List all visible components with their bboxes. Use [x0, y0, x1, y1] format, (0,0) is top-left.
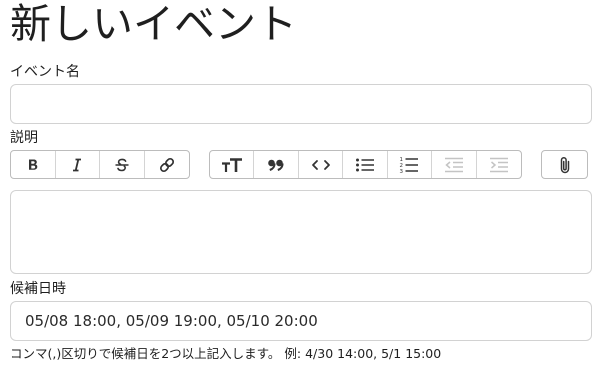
- italic-icon: [73, 158, 82, 171]
- candidate-dates-label: 候補日時: [10, 281, 66, 297]
- attach-icon: [560, 156, 569, 173]
- quote-button[interactable]: [254, 151, 299, 178]
- indent-button[interactable]: [477, 151, 521, 178]
- attach-button[interactable]: [542, 151, 587, 178]
- description-label: 説明: [10, 130, 38, 146]
- bold-icon: [28, 159, 38, 170]
- candidate-dates-hint: コンマ(,)区切りで候補日を2つ以上記入します。 例: 4/30 14:00, …: [10, 346, 442, 361]
- heading-icon: [221, 157, 242, 172]
- svg-text:3: 3: [400, 169, 404, 174]
- toolbar-attach-group: [541, 150, 588, 179]
- event-name-label: イベント名: [10, 64, 80, 80]
- numbered-list-button[interactable]: 1 2 3: [388, 151, 433, 178]
- bullet-list-button[interactable]: [343, 151, 388, 178]
- link-icon: [159, 157, 174, 172]
- indent-icon: [489, 157, 508, 172]
- page-title: 新しいイベント: [10, 0, 297, 48]
- outdent-icon: [444, 157, 463, 172]
- code-button[interactable]: [299, 151, 344, 178]
- code-icon: [311, 159, 330, 170]
- heading-button[interactable]: [210, 151, 255, 178]
- bold-button[interactable]: [11, 151, 56, 178]
- strikethrough-icon: [115, 158, 129, 171]
- candidate-dates-input[interactable]: [10, 301, 592, 341]
- bullet-list-icon: [356, 158, 375, 171]
- toolbar-format-group: [10, 150, 190, 179]
- quote-icon: [268, 159, 284, 171]
- outdent-button[interactable]: [432, 151, 477, 178]
- link-button[interactable]: [145, 151, 189, 178]
- italic-button[interactable]: [56, 151, 100, 178]
- toolbar-block-group: 1 2 3: [209, 150, 522, 179]
- strikethrough-button[interactable]: [100, 151, 145, 178]
- description-textarea[interactable]: [10, 190, 592, 274]
- event-name-input[interactable]: [10, 84, 592, 124]
- numbered-list-icon: 1 2 3: [400, 157, 419, 174]
